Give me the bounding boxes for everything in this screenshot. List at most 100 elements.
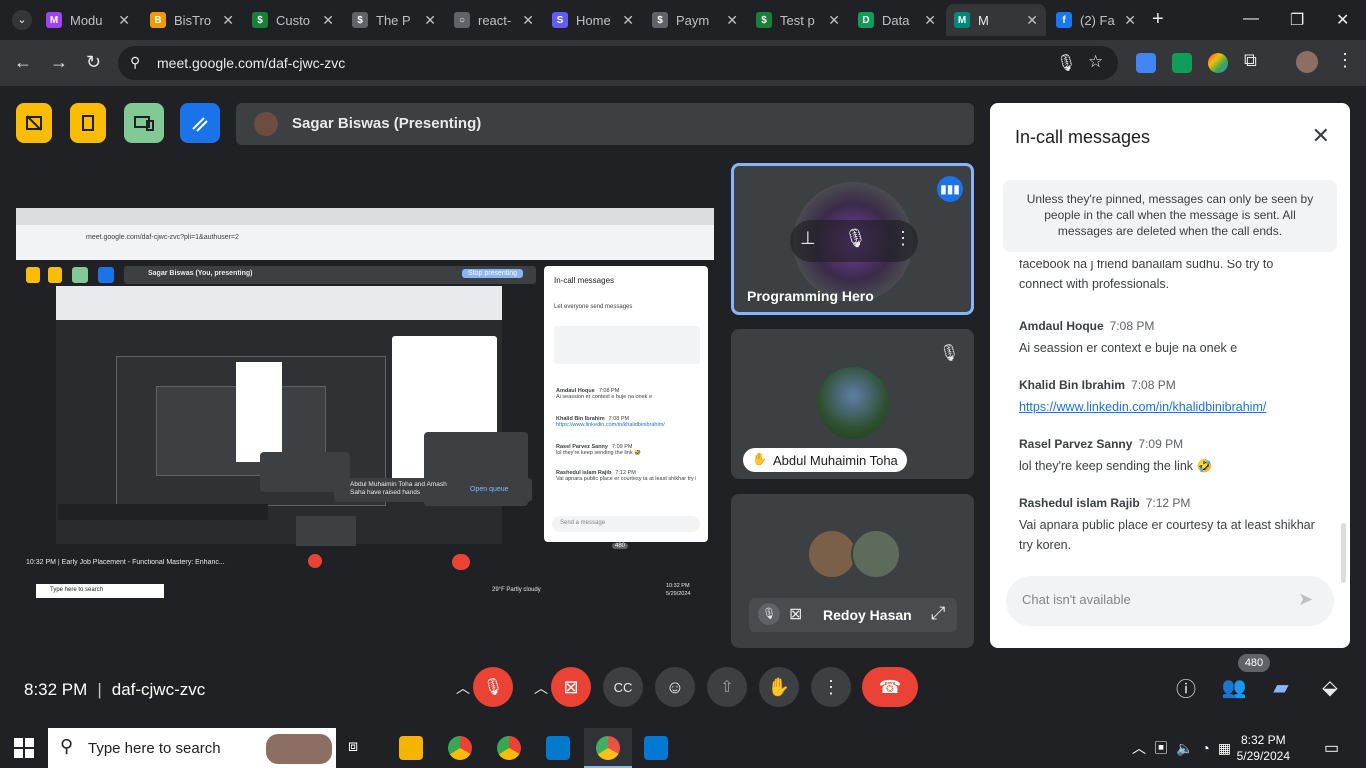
taskbar-search[interactable]: ⚲ Type here to search xyxy=(48,728,336,768)
people-icon[interactable]: 👥 xyxy=(1221,674,1247,700)
extension-mail-icon[interactable] xyxy=(1172,53,1192,73)
tab-search-chevron-icon[interactable]: ⌄ xyxy=(12,10,32,30)
door-app-button[interactable] xyxy=(70,103,106,143)
tab-10[interactable]: f (2) Fa ✕ xyxy=(1048,4,1144,36)
tab-close-icon[interactable]: ✕ xyxy=(924,12,936,29)
present-screen-button[interactable]: ⇧ xyxy=(707,667,747,707)
tab-4[interactable]: ○ react- ✕ xyxy=(446,4,542,36)
extension-fi-icon[interactable] xyxy=(1136,53,1156,73)
tab-5[interactable]: S Home ✕ xyxy=(544,4,642,36)
tab-6[interactable]: $ Paym ✕ xyxy=(644,4,746,36)
send-icon[interactable]: ➤ xyxy=(1298,589,1313,610)
whiteboard-app-button[interactable] xyxy=(16,103,52,143)
raise-hand-button[interactable]: ✋ xyxy=(759,667,799,707)
tab-close-icon[interactable]: ✕ xyxy=(322,12,334,29)
site-info-icon[interactable]: ⚲ xyxy=(130,54,140,71)
emoji-reaction-button[interactable]: ☺ xyxy=(655,667,695,707)
tab-favicon-icon: S xyxy=(552,12,568,28)
omnibox[interactable]: ⚲ meet.google.com/daf-cjwc-zvc 🎙 ☆ xyxy=(118,46,1118,80)
tray-icons[interactable]: ︿▣🔈◔▦ xyxy=(1132,738,1239,758)
audio-settings-chevron-icon[interactable]: ︿ xyxy=(456,678,470,698)
back-icon[interactable]: ← xyxy=(14,52,32,73)
captions-button[interactable]: CC xyxy=(603,667,643,707)
tab-8[interactable]: D Data ✕ xyxy=(850,4,944,36)
extensions-puzzle-icon[interactable]: ⧉ xyxy=(1244,50,1257,71)
tab-close-icon[interactable]: ✕ xyxy=(726,12,738,29)
participant-tile-redoy-hasan[interactable]: 🎙 ⊠ Redoy Hasan ⤢ xyxy=(731,494,974,648)
captions-icon: CC xyxy=(613,679,633,695)
chat-icon[interactable]: ▰ xyxy=(1268,674,1294,700)
notification-icon[interactable]: ▭ xyxy=(1324,738,1339,758)
more-options-icon[interactable]: ⋮ xyxy=(894,228,912,249)
tab-9[interactable]: M M ✕ xyxy=(946,4,1046,36)
start-windows-icon[interactable] xyxy=(14,738,34,758)
new-tab-button[interactable]: + xyxy=(1152,8,1164,31)
chat-input-placeholder: Chat isn't available xyxy=(1022,592,1131,607)
chat-panel: In-call messages ✕ Unless they're pinned… xyxy=(990,103,1350,648)
extension-color-icon[interactable] xyxy=(1208,53,1228,73)
participant-tile-abdul-muhaimin-toha[interactable]: 🎙 ✋ Abdul Muhaimin Toha xyxy=(731,329,974,479)
mic-off-icon[interactable]: 🎙 xyxy=(758,603,780,625)
mic-toggle-button[interactable]: 🎙 xyxy=(473,667,513,707)
microphone-icon[interactable]: 🎙 xyxy=(1056,53,1076,73)
profile-avatar[interactable] xyxy=(1296,51,1318,73)
expand-icon[interactable]: ⤢ xyxy=(931,603,945,624)
bookmark-star-icon[interactable]: ☆ xyxy=(1088,52,1103,72)
more-options-button[interactable]: ⋮ xyxy=(811,667,851,707)
message-list[interactable]: facebook na j friend banailam sudhu. So … xyxy=(990,260,1338,570)
tab-close-icon[interactable]: ✕ xyxy=(622,12,634,29)
search-icon: ⚲ xyxy=(60,736,74,756)
inner-chat-message: Khalid Bin Ibrahim 7:08 PM https://www.lin… xyxy=(556,416,696,428)
chat-message: Amdaul Hoque 7:08 PM Ai seassion er contex… xyxy=(1019,319,1319,358)
chrome-profile-icon[interactable] xyxy=(448,736,472,760)
tab-0[interactable]: M Modu ✕ xyxy=(38,4,138,36)
tab-label: The P xyxy=(376,12,411,28)
tab-close-icon[interactable]: ✕ xyxy=(118,12,130,29)
sender-name: Rasel Parvez Sanny xyxy=(1019,437,1133,451)
pen-icon xyxy=(192,117,208,132)
leave-call-button[interactable]: ☎ xyxy=(862,667,918,707)
shared-screen: meet.google.com/daf-cjwc-zvc?pli=1&authu… xyxy=(16,208,714,600)
minimize-button[interactable]: — xyxy=(1243,10,1259,28)
tab-close-icon[interactable]: ✕ xyxy=(222,12,234,29)
tab-close-icon[interactable]: ✕ xyxy=(424,12,436,29)
mic-icon[interactable]: 🎙 xyxy=(844,228,867,249)
forward-icon[interactable]: → xyxy=(50,52,68,73)
inner-app-button xyxy=(26,267,40,283)
close-icon[interactable]: ✕ xyxy=(1312,123,1330,149)
tab-1[interactable]: B BisTro ✕ xyxy=(142,4,242,36)
chrome-icon[interactable] xyxy=(497,736,521,760)
devices-app-button[interactable] xyxy=(124,103,164,143)
tab-2[interactable]: $ Custo ✕ xyxy=(244,4,342,36)
tab-close-icon[interactable]: ✕ xyxy=(1026,12,1038,29)
maximize-button[interactable]: ❐ xyxy=(1290,10,1304,30)
tab-7[interactable]: $ Test p ✕ xyxy=(748,4,848,36)
camera-off-icon[interactable]: ⊠ xyxy=(789,604,802,624)
annotate-app-button[interactable] xyxy=(180,103,220,143)
system-clock[interactable]: 8:32 PM 5/29/2024 xyxy=(1237,732,1290,764)
participant-tile-programming-hero[interactable]: ⊥ 🎙 ⋮ ▮▮▮ Programming Hero xyxy=(731,163,974,315)
tab-close-icon[interactable]: ✕ xyxy=(1124,12,1136,29)
activities-icon[interactable]: ⬙ xyxy=(1317,674,1343,700)
file-explorer-icon[interactable] xyxy=(399,736,423,760)
message-link[interactable]: https://www.linkedin.com/in/khalidbinibr… xyxy=(1019,397,1319,417)
chat-scrollbar[interactable] xyxy=(1341,523,1346,583)
browser-menu-icon[interactable]: ⋮ xyxy=(1336,50,1354,71)
camera-toggle-button[interactable]: ⊠ xyxy=(551,667,591,707)
vscode-icon[interactable] xyxy=(546,736,570,760)
tab-3[interactable]: $ The P ✕ xyxy=(344,4,444,36)
mail-icon[interactable] xyxy=(644,736,668,760)
inner-chat-toggle: Let everyone send messages xyxy=(554,304,633,310)
video-settings-chevron-icon[interactable]: ︿ xyxy=(534,678,548,698)
chat-input[interactable]: Chat isn't available ➤ xyxy=(1006,576,1334,626)
reload-icon[interactable]: ↻ xyxy=(86,52,101,73)
tab-close-icon[interactable]: ✕ xyxy=(828,12,840,29)
tab-close-icon[interactable]: ✕ xyxy=(522,12,534,29)
meeting-info-icon[interactable]: ⓘ xyxy=(1173,674,1199,701)
presenter-bar: Sagar Biswas (Presenting) xyxy=(236,103,974,145)
participant-count-badge: 480 xyxy=(1238,654,1270,672)
pin-icon[interactable]: ⊥ xyxy=(800,228,816,249)
task-view-icon[interactable]: ⧈ xyxy=(348,738,358,756)
close-window-button[interactable]: ✕ xyxy=(1336,10,1349,30)
participant-name: Programming Hero xyxy=(747,288,874,304)
